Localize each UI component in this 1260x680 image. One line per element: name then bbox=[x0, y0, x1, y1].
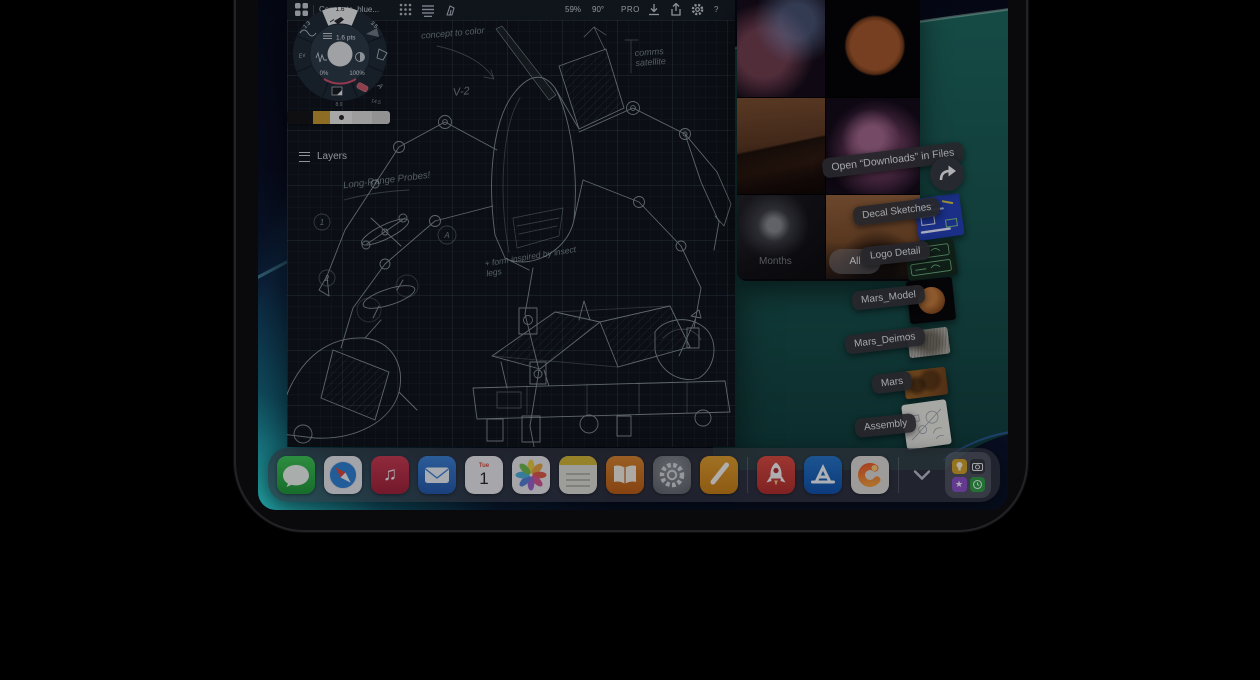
dock-app-sketch-pen[interactable] bbox=[700, 456, 738, 494]
open-book-icon bbox=[606, 456, 644, 494]
dock-app-music[interactable]: ♫ bbox=[371, 456, 409, 494]
music-note-icon: ♫ bbox=[383, 456, 397, 494]
dock-app-appstore[interactable] bbox=[804, 456, 842, 494]
flower-icon bbox=[512, 456, 550, 494]
stage: Concepts_blue... 59% 90° PRO bbox=[0, 0, 1260, 680]
fill-size: 8.9 bbox=[336, 102, 343, 108]
rocket-icon bbox=[757, 456, 795, 494]
dock-app-messages[interactable] bbox=[277, 456, 315, 494]
photo-mars-planet[interactable] bbox=[826, 0, 920, 97]
opacity-max: 100% bbox=[349, 71, 365, 77]
pen-icon bbox=[700, 456, 738, 494]
gear-icon bbox=[653, 456, 691, 494]
help-icon[interactable]: ? bbox=[714, 0, 718, 20]
chevron-down-icon bbox=[912, 469, 932, 481]
c-swirl-icon bbox=[851, 456, 889, 494]
photo-horsehead-nebula[interactable] bbox=[737, 0, 825, 97]
dock-app-settings[interactable] bbox=[653, 456, 691, 494]
canvas-marker-a: A bbox=[443, 231, 449, 240]
dock-app-notes[interactable] bbox=[559, 456, 597, 494]
redirect-arrow-icon bbox=[936, 163, 958, 185]
color-swatch[interactable] bbox=[330, 111, 352, 124]
photo-mars-hills[interactable] bbox=[737, 98, 825, 194]
layers-menu-icon bbox=[299, 152, 310, 162]
photo-orion-nebula[interactable] bbox=[826, 98, 920, 194]
pen-nib-icon[interactable] bbox=[444, 3, 457, 17]
photos-grid bbox=[737, 0, 920, 279]
color-swatch[interactable] bbox=[313, 111, 330, 124]
dock-app-rocket[interactable] bbox=[757, 456, 795, 494]
dock-app-mail[interactable] bbox=[418, 456, 456, 494]
brush-size-label: 1.6 pts bbox=[336, 35, 356, 42]
dock-app-library[interactable]: ★ bbox=[945, 452, 991, 498]
color-puck[interactable] bbox=[328, 42, 353, 67]
appstore-a-icon bbox=[804, 456, 842, 494]
color-swatch[interactable] bbox=[352, 111, 372, 124]
import-icon[interactable] bbox=[648, 3, 660, 16]
canvas-marker-1: 1 bbox=[320, 218, 324, 227]
calendar-day: 1 bbox=[479, 470, 488, 487]
dock: ♫ Tue 1 bbox=[268, 448, 1000, 502]
drop-target-button[interactable] bbox=[930, 157, 964, 191]
tool-size-active: 1.6 bbox=[335, 6, 344, 13]
app-library-star-icon: ★ bbox=[952, 477, 967, 492]
pro-badge[interactable]: PRO bbox=[621, 0, 640, 20]
stroke-menu-icon[interactable] bbox=[421, 3, 435, 17]
layers-label: Layers bbox=[317, 151, 347, 162]
dots-grid-icon[interactable] bbox=[399, 3, 412, 16]
dock-app-photos[interactable] bbox=[512, 456, 550, 494]
concepts-app-window: Concepts_blue... 59% 90° PRO bbox=[287, 0, 735, 447]
dock-divider bbox=[747, 457, 748, 493]
dock-app-safari[interactable] bbox=[324, 456, 362, 494]
canvas-marker-2: 2 bbox=[324, 274, 330, 283]
fill-tool-icon[interactable] bbox=[332, 87, 342, 95]
opacity-min: 0% bbox=[320, 71, 329, 77]
annotation-version: V-2 bbox=[452, 85, 470, 99]
tool-wheel[interactable]: 1.6 1.3 3.5 A Ev 14.5 8.9 bbox=[287, 0, 399, 126]
dock-app-calendar[interactable]: Tue 1 bbox=[465, 456, 503, 494]
layers-button[interactable]: Layers bbox=[299, 151, 347, 162]
photos-app-window: Months All bbox=[737, 0, 920, 281]
zoom-level[interactable]: 59% bbox=[565, 0, 581, 20]
app-library-tips-icon bbox=[952, 459, 967, 474]
app-library-camera-icon bbox=[970, 459, 985, 474]
dock-app-c-swirl[interactable] bbox=[851, 456, 889, 494]
annotation-comms-satellite: comms satellite bbox=[634, 44, 695, 69]
eraser-size: 14.5 bbox=[371, 98, 382, 106]
color-swatch[interactable] bbox=[287, 111, 313, 124]
ipad-screen: Concepts_blue... 59% 90° PRO bbox=[258, 0, 1008, 510]
tab-months[interactable]: Months bbox=[759, 256, 792, 267]
color-palette-bar[interactable] bbox=[287, 111, 390, 124]
settings-gear-icon[interactable] bbox=[691, 3, 704, 16]
chat-bubble-icon bbox=[277, 456, 315, 494]
canvas-angle[interactable]: 90° bbox=[592, 0, 604, 20]
share-icon[interactable] bbox=[670, 3, 682, 16]
app-library-clock-icon bbox=[970, 477, 985, 492]
dock-collapse-button[interactable] bbox=[908, 456, 936, 494]
envelope-icon bbox=[418, 456, 456, 494]
compass-icon bbox=[324, 456, 362, 494]
dock-divider bbox=[898, 457, 899, 493]
dock-app-books[interactable] bbox=[606, 456, 644, 494]
color-swatch[interactable] bbox=[372, 111, 390, 124]
